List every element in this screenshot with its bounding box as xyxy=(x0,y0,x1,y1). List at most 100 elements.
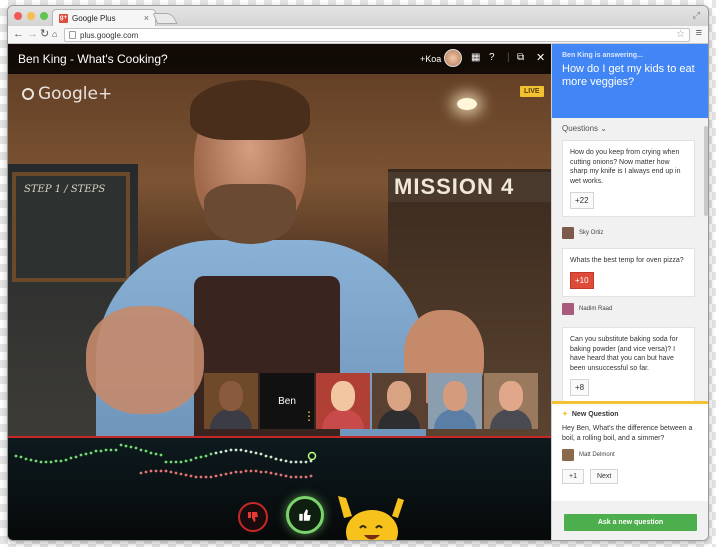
cheering-mascot-icon xyxy=(338,496,404,540)
negative-reaction-dot xyxy=(284,474,288,478)
close-window-button[interactable] xyxy=(14,12,22,20)
audience-reaction-panel xyxy=(8,436,551,540)
apps-grid-icon[interactable]: ▦ xyxy=(471,52,480,64)
vote-count-button[interactable]: +22 xyxy=(570,192,594,209)
participant-thumbnail[interactable] xyxy=(428,373,482,429)
positive-reaction-dot xyxy=(249,450,253,454)
fullscreen-icon[interactable]: ⤢ xyxy=(693,10,700,21)
close-tab-icon[interactable]: × xyxy=(144,13,149,23)
negative-reaction-dot xyxy=(259,470,263,474)
mission-sign: MISSION 4 xyxy=(388,172,551,202)
reload-icon[interactable]: ↻ xyxy=(40,28,49,41)
positive-reaction-dot xyxy=(289,460,293,464)
positive-reaction-dot xyxy=(234,448,238,452)
avatar xyxy=(562,303,574,315)
questions-dropdown[interactable]: Questions ⌄ xyxy=(562,124,607,133)
negative-reaction-dot xyxy=(169,470,173,474)
zoom-window-button[interactable] xyxy=(40,12,48,20)
positive-reaction-dot xyxy=(19,455,23,459)
participant-thumbnail[interactable] xyxy=(204,373,258,429)
chalkboard: STEP 1 / STEPS xyxy=(12,172,130,282)
positive-reaction-dot xyxy=(284,459,288,463)
positive-reaction-dot xyxy=(124,444,128,448)
next-button[interactable]: Next xyxy=(589,469,619,484)
home-icon[interactable]: ⌂ xyxy=(52,28,57,41)
thumbs-down-button[interactable] xyxy=(238,502,268,532)
minimize-window-button[interactable] xyxy=(27,12,35,20)
participant-thumbnail[interactable] xyxy=(316,373,370,429)
questions-sidebar: Ben King is answering... How do I get my… xyxy=(551,44,708,540)
user-avatar[interactable] xyxy=(444,49,462,67)
positive-reaction-dot xyxy=(174,460,178,464)
positive-reaction-dot xyxy=(304,460,308,464)
participant-filmstrip: Ben ▪ ▪ ▪ xyxy=(204,373,538,429)
negative-reaction-dot xyxy=(274,472,278,476)
question-author: Matt Delmont xyxy=(562,449,699,461)
thumbs-down-icon xyxy=(248,512,258,522)
negative-reaction-dot xyxy=(194,475,198,479)
current-reaction-marker xyxy=(307,451,317,461)
new-question-text: Hey Ben, What's the difference between a… xyxy=(562,425,693,442)
browser-menu-icon[interactable]: ≡ xyxy=(696,27,702,39)
negative-reaction-dot xyxy=(244,469,248,473)
url-text: plus.google.com xyxy=(80,30,139,40)
negative-reaction-dot xyxy=(264,470,268,474)
plus-one-button[interactable]: +1 xyxy=(562,469,584,484)
negative-reaction-dot xyxy=(309,474,313,478)
negative-reaction-dot xyxy=(204,475,208,479)
negative-reaction-dot xyxy=(299,475,303,479)
presenter-hair xyxy=(190,80,310,140)
positive-reaction-dot xyxy=(294,460,298,464)
negative-reaction-dot xyxy=(289,475,293,479)
question-card: How do you keep from crying when cutting… xyxy=(562,140,695,217)
google-plus-favicon-icon: g+ xyxy=(59,13,68,23)
presenter-left-hand xyxy=(86,306,204,414)
participant-thumbnail[interactable]: Ben ▪ ▪ ▪ xyxy=(260,373,314,429)
positive-reaction-dot xyxy=(54,459,58,463)
invite-button[interactable]: +Koa xyxy=(420,54,441,64)
negative-reaction-dot xyxy=(279,473,283,477)
bookmark-star-icon[interactable]: ☆ xyxy=(676,29,685,40)
positive-reaction-dot xyxy=(59,459,63,463)
vote-count-button[interactable]: +8 xyxy=(570,379,590,396)
negative-reaction-dot xyxy=(139,471,143,475)
participant-thumbnail[interactable] xyxy=(484,373,538,429)
positive-reaction-dot xyxy=(219,450,223,454)
address-bar[interactable]: plus.google.com ☆ xyxy=(64,28,690,42)
author-name: Nadim Raad xyxy=(579,306,613,312)
positive-reaction-dot xyxy=(279,458,283,462)
positive-reaction-dot xyxy=(34,459,38,463)
window-controls xyxy=(14,12,48,20)
positive-reaction-dot xyxy=(244,449,248,453)
positive-reaction-dot xyxy=(199,455,203,459)
positive-reaction-dot xyxy=(259,452,263,456)
forward-icon[interactable]: → xyxy=(27,28,38,41)
negative-reaction-dot xyxy=(249,469,253,473)
browser-toolbar: ← → ↻ ⌂ plus.google.com ☆ ≡ xyxy=(8,26,708,44)
positive-reaction-dot xyxy=(194,456,198,460)
positive-reaction-dot xyxy=(74,455,78,459)
close-hangout-icon[interactable]: ✕ xyxy=(536,52,545,64)
positive-reaction-dot xyxy=(109,448,113,452)
question-text: How do you keep from crying when cutting… xyxy=(570,149,681,185)
popout-icon[interactable]: ⧉ xyxy=(517,52,524,64)
positive-reaction-dot xyxy=(14,454,18,458)
participant-thumbnail[interactable] xyxy=(372,373,426,429)
hangouts-logo-icon xyxy=(22,88,34,100)
new-tab-button[interactable] xyxy=(152,13,178,24)
browser-tab[interactable]: g+ Google Plus × xyxy=(52,9,156,26)
hangout-video: STEP 1 / STEPS MISSION 4 Ben King - What… xyxy=(8,44,551,540)
question-card: Can you substitute baking soda for bakin… xyxy=(562,327,695,404)
negative-reaction-dot xyxy=(189,474,193,478)
ask-question-button[interactable]: Ask a new question xyxy=(564,514,697,531)
help-icon[interactable]: ? xyxy=(489,52,495,64)
positive-reaction-dot xyxy=(149,451,153,455)
logo-text: Google+ xyxy=(38,84,113,104)
sidebar-scrollbar[interactable] xyxy=(704,126,708,216)
avatar xyxy=(562,449,574,461)
question-author: Nadim Raad xyxy=(562,303,612,315)
back-icon[interactable]: ← xyxy=(13,28,24,41)
thumbs-up-button[interactable] xyxy=(286,496,324,534)
positive-reaction-dot xyxy=(224,449,228,453)
vote-count-button[interactable]: +10 xyxy=(570,271,594,289)
